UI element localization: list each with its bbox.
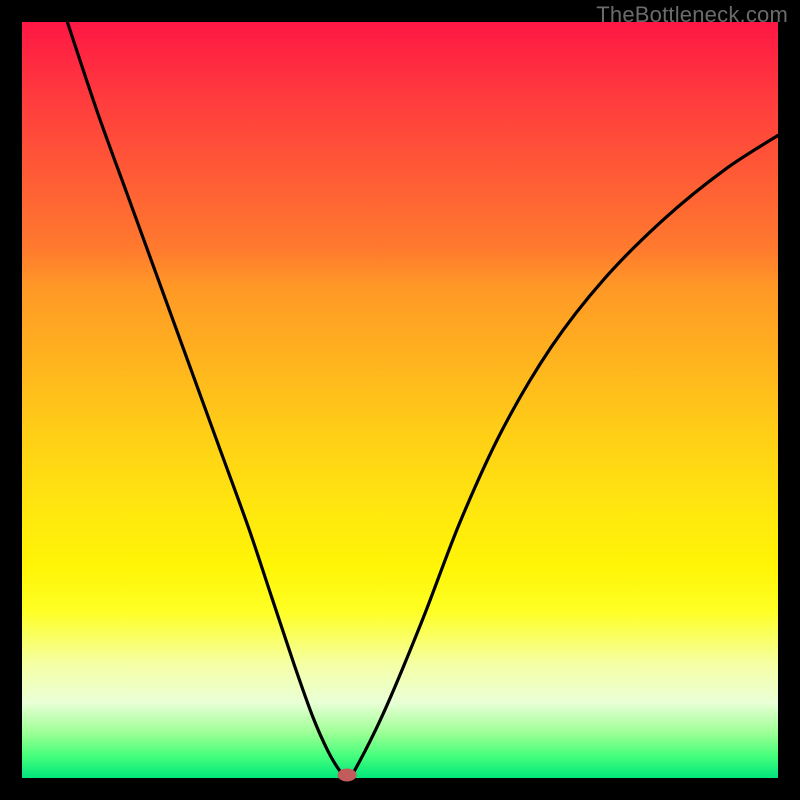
plot-area	[22, 22, 778, 778]
min-point-marker	[338, 769, 356, 781]
chart-frame: TheBottleneck.com	[0, 0, 800, 800]
bottleneck-curve-path	[67, 22, 778, 779]
watermark-text: TheBottleneck.com	[596, 2, 788, 28]
bottleneck-curve-svg	[22, 22, 778, 778]
